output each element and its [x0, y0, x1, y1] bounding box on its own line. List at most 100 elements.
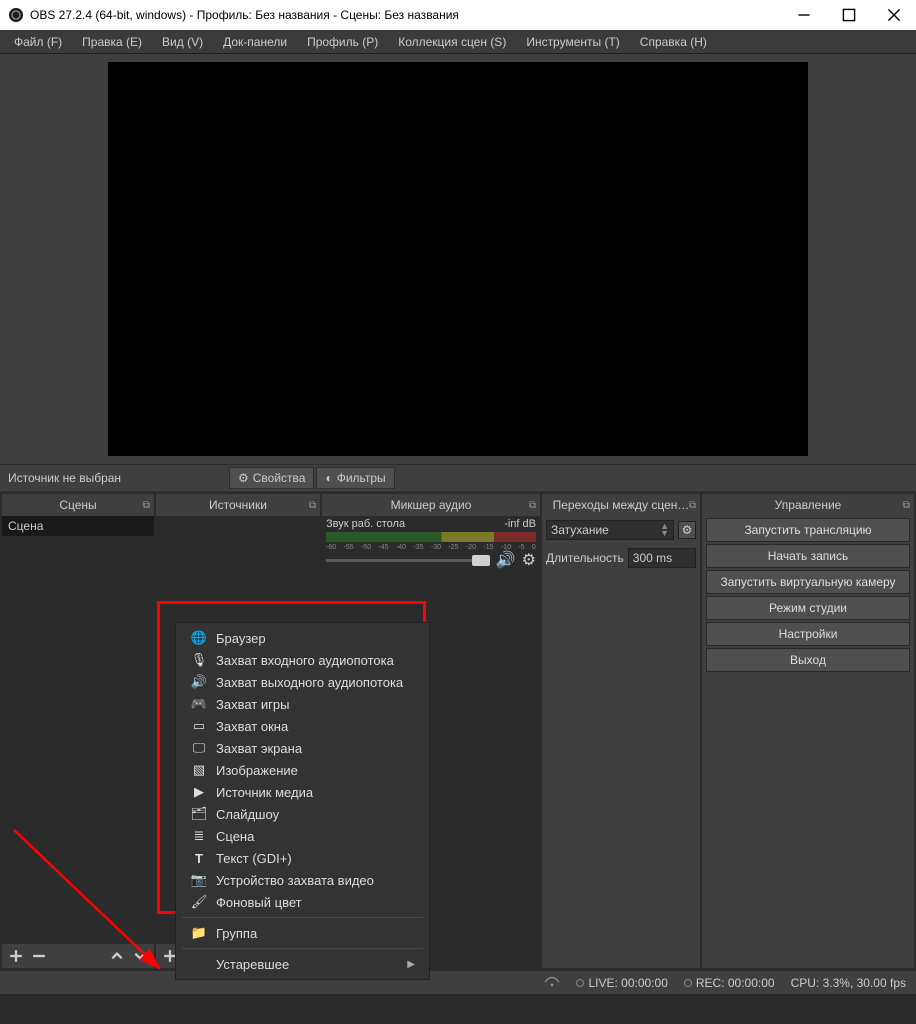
popout-icon[interactable]: ⧉: [309, 500, 316, 511]
cm-slideshow[interactable]: 🗂Слайдшоу: [176, 803, 429, 825]
cm-color-source[interactable]: 🖌Фоновый цвет: [176, 891, 429, 913]
menu-docks[interactable]: Док-панели: [213, 32, 297, 52]
globe-icon: 🌐: [190, 630, 208, 646]
menu-separator: [182, 948, 423, 949]
cm-image[interactable]: ▧Изображение: [176, 759, 429, 781]
cm-game-capture[interactable]: 🎮Захват игры: [176, 693, 429, 715]
properties-label: Свойства: [253, 471, 306, 485]
titlebar: OBS 27.2.4 (64-bit, windows) - Профиль: …: [0, 0, 916, 30]
transitions-title: Переходы между сцен…: [553, 498, 690, 512]
monitor-icon: 🖵: [190, 740, 208, 756]
transition-selected: Затухание: [551, 523, 609, 537]
source-toolbar: Источник не выбран ⚙ Свойства ◐ Фильтры: [0, 464, 916, 492]
menu-tools[interactable]: Инструменты (T): [516, 32, 629, 52]
cm-video-capture[interactable]: 📷Устройство захвата видео: [176, 869, 429, 891]
filters-label: Фильтры: [337, 471, 386, 485]
window-title: OBS 27.2.4 (64-bit, windows) - Профиль: …: [30, 8, 781, 22]
cm-browser[interactable]: 🌐Браузер: [176, 627, 429, 649]
camera-icon: 📷: [190, 872, 208, 888]
start-record-button[interactable]: Начать запись: [706, 544, 910, 568]
folder-icon: 📁: [190, 925, 208, 941]
menu-profile[interactable]: Профиль (P): [297, 32, 388, 52]
gear-icon[interactable]: ⚙: [522, 550, 536, 570]
connection-icon: [544, 975, 560, 990]
scenes-title: Сцены: [59, 498, 96, 512]
mic-icon: 🎙: [190, 652, 208, 668]
menu-file[interactable]: Файл (F): [4, 32, 72, 52]
rec-status: REC: 00:00:00: [696, 976, 775, 990]
mixer-channel-level: -inf dB: [504, 518, 536, 530]
chevron-right-icon: ▶: [407, 959, 415, 970]
list-icon: ≣: [190, 828, 208, 844]
studio-mode-button[interactable]: Режим студии: [706, 596, 910, 620]
controls-title: Управление: [775, 498, 842, 512]
exit-button[interactable]: Выход: [706, 648, 910, 672]
popout-icon[interactable]: ⧉: [529, 500, 536, 511]
cm-audio-output[interactable]: 🔊Захват выходного аудиопотока: [176, 671, 429, 693]
speaker-icon: 🔊: [190, 674, 208, 690]
transition-select[interactable]: Затухание ▲▼: [546, 520, 674, 540]
live-status: LIVE: 00:00:00: [588, 976, 667, 990]
cm-window-capture[interactable]: ▭Захват окна: [176, 715, 429, 737]
mixer-channel: Звук раб. стола -inf dB -60-55-50-45-40-…: [322, 516, 540, 571]
play-icon: ▶: [190, 784, 208, 800]
volume-slider[interactable]: [326, 559, 490, 562]
filters-button[interactable]: ◐ Фильтры: [316, 467, 394, 489]
menubar: Файл (F) Правка (E) Вид (V) Док-панели П…: [0, 30, 916, 54]
cm-scene[interactable]: ≣Сцена: [176, 825, 429, 847]
maximize-button[interactable]: [826, 0, 871, 30]
transitions-dock: Переходы между сцен…⧉ Затухание ▲▼ ⚙ Дли…: [542, 494, 700, 968]
sources-title: Источники: [209, 498, 267, 512]
scenes-up-button[interactable]: [107, 946, 127, 966]
properties-button[interactable]: ⚙ Свойства: [229, 467, 314, 489]
scenes-dock: Сцены ⧉ Сцена: [2, 494, 154, 968]
scene-item[interactable]: Сцена: [2, 516, 154, 536]
menu-help[interactable]: Справка (H): [630, 32, 717, 52]
live-indicator-icon: [576, 979, 584, 987]
chevron-updown-icon: ▲▼: [660, 523, 669, 537]
gear-icon: ⚙: [238, 471, 249, 485]
menu-separator: [182, 917, 423, 918]
scenes-add-button[interactable]: [6, 946, 26, 966]
start-stream-button[interactable]: Запустить трансляцию: [706, 518, 910, 542]
audio-meter: [326, 532, 536, 542]
statusbar: LIVE: 00:00:00 REC: 00:00:00 CPU: 3.3%, …: [0, 970, 916, 994]
mixer-title: Микшер аудио: [391, 498, 472, 512]
transition-gear-button[interactable]: ⚙: [678, 521, 696, 539]
duration-label: Длительность: [546, 551, 624, 565]
text-icon: T: [190, 851, 208, 866]
preview-area: [0, 54, 916, 464]
cm-deprecated[interactable]: Устаревшее▶: [176, 953, 429, 975]
popout-icon[interactable]: ⧉: [689, 500, 696, 511]
duration-input[interactable]: 300 ms: [628, 548, 696, 568]
menu-scene-collection[interactable]: Коллекция сцен (S): [388, 32, 516, 52]
close-button[interactable]: [871, 0, 916, 30]
preview-canvas[interactable]: [108, 62, 808, 456]
filters-icon: ◐: [325, 471, 332, 485]
menu-edit[interactable]: Правка (E): [72, 32, 152, 52]
cm-media-source[interactable]: ▶Источник медиа: [176, 781, 429, 803]
image-icon: ▧: [190, 762, 208, 778]
scenes-down-button[interactable]: [130, 946, 150, 966]
no-source-label: Источник не выбран: [4, 471, 229, 485]
speaker-icon[interactable]: 🔊: [496, 550, 516, 570]
start-virtualcam-button[interactable]: Запустить виртуальную камеру: [706, 570, 910, 594]
cm-group[interactable]: 📁Группа: [176, 922, 429, 944]
popout-icon[interactable]: ⧉: [903, 500, 910, 511]
settings-button[interactable]: Настройки: [706, 622, 910, 646]
cm-audio-input[interactable]: 🎙Захват входного аудиопотока: [176, 649, 429, 671]
mixer-channel-name: Звук раб. стола: [326, 518, 405, 530]
menu-view[interactable]: Вид (V): [152, 32, 213, 52]
gamepad-icon: 🎮: [190, 696, 208, 712]
popout-icon[interactable]: ⧉: [143, 500, 150, 511]
brush-icon: 🖌: [190, 894, 208, 910]
cm-text[interactable]: TТекст (GDI+): [176, 847, 429, 869]
cpu-status: CPU: 3.3%, 30.00 fps: [791, 976, 906, 990]
window-icon: ▭: [190, 718, 208, 734]
cm-display-capture[interactable]: 🖵Захват экрана: [176, 737, 429, 759]
rec-indicator-icon: [684, 979, 692, 987]
slideshow-icon: 🗂: [190, 806, 208, 822]
minimize-button[interactable]: [781, 0, 826, 30]
scenes-remove-button[interactable]: [29, 946, 49, 966]
app-icon: [8, 7, 24, 23]
